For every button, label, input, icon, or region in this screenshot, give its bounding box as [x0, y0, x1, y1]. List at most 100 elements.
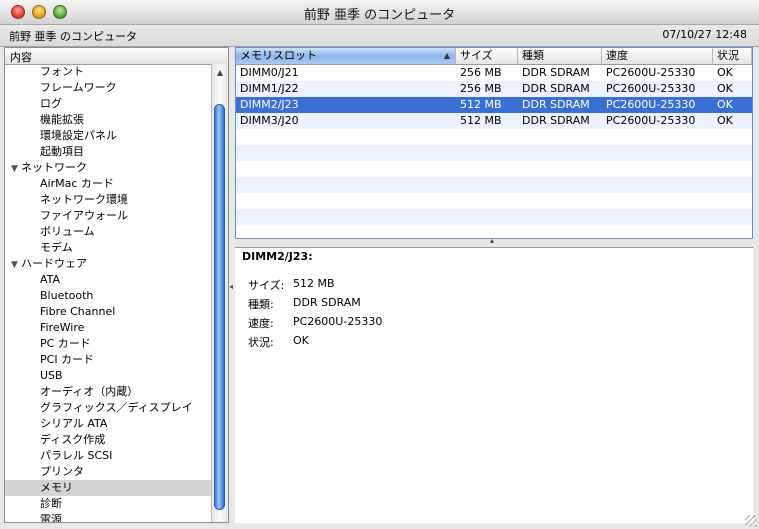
splitter-grip-icon: ◂: [229, 282, 234, 291]
sidebar-item[interactable]: USB: [5, 368, 211, 384]
sidebar-item[interactable]: AirMac カード: [5, 176, 211, 192]
table-cell: 512 MB: [460, 98, 502, 111]
sidebar-item[interactable]: 電源: [5, 512, 211, 523]
disclosure-triangle-icon[interactable]: ▼: [11, 161, 21, 177]
sidebar-item[interactable]: Bluetooth: [5, 288, 211, 304]
date-time: 07/10/27 12:48: [662, 28, 747, 41]
sidebar-list: フォントフレームワーク ログ機能拡張環境設定パネル 起動項目 ▼ ネットワーク AirMa…: [5, 64, 211, 523]
sidebar-item[interactable]: ATA: [5, 272, 211, 288]
table-row[interactable]: DIMM0/J21 256 MB DDR SDRAM PC2600U-25330 OK: [236, 65, 752, 81]
empty-table-row: [236, 193, 752, 209]
sidebar-item-label: 機能拡張: [40, 113, 84, 126]
table-cell: DIMM1/J22: [240, 82, 299, 95]
sidebar-item-label: Fibre Channel: [40, 305, 116, 318]
sidebar-item[interactable]: 機能拡張: [5, 112, 211, 128]
resize-grip-icon[interactable]: [745, 515, 757, 527]
table-cell: DDR SDRAM: [522, 98, 590, 111]
table-row[interactable]: DIMM2/J23 512 MB DDR SDRAM PC2600U-25330 OK: [236, 97, 752, 113]
sort-ascending-icon: ▲: [443, 51, 450, 60]
sidebar-item[interactable]: フレームワーク: [5, 80, 211, 96]
sidebar-item-label: USB: [40, 369, 63, 382]
sidebar-item-label: パラレル SCSI: [40, 449, 113, 462]
detail-pane: DIMM2/J23: サイズ: 512 MB 種類: DDR SDRAM 速度: PC26…: [235, 247, 753, 523]
sidebar-item-label: PCI カード: [40, 353, 95, 366]
empty-table-row: [236, 161, 752, 177]
info-bar: 前野 亜季 のコンピュータ 07/10/27 12:48: [0, 25, 759, 47]
detail-title: DIMM2/J23:: [242, 250, 313, 263]
sidebar-item[interactable]: オーディオ（内蔵）: [5, 384, 211, 400]
column-header[interactable]: 速度: [602, 48, 713, 65]
column-header[interactable]: サイズ: [456, 48, 518, 65]
sidebar-item-label: 診断: [40, 497, 62, 510]
sidebar-item-label: ボリューム: [40, 225, 95, 238]
table-cell: PC2600U-25330: [606, 98, 696, 111]
sidebar-item[interactable]: プリンタ: [5, 464, 211, 480]
sidebar-item-label: AirMac カード: [40, 177, 114, 190]
detail-field-label: 速度:: [248, 317, 274, 330]
sidebar-item[interactable]: ディスク作成: [5, 432, 211, 448]
table-cell: OK: [717, 98, 733, 111]
title-bar[interactable]: 前野 亜季 のコンピュータ: [0, 0, 759, 25]
sidebar-item-label: Bluetooth: [40, 289, 94, 302]
table-cell: 512 MB: [460, 114, 502, 127]
sidebar-item[interactable]: ▼ ネットワーク: [5, 160, 211, 176]
table-cell: DIMM2/J23: [240, 98, 299, 111]
sidebar-item-label: 環境設定パネル: [40, 129, 117, 142]
sidebar-item[interactable]: ▼ ハードウェア: [5, 256, 211, 272]
sidebar-item[interactable]: ボリューム: [5, 224, 211, 240]
sidebar-item-label: オーディオ（内蔵）: [40, 385, 139, 398]
column-header[interactable]: メモリスロット ▲: [236, 48, 456, 65]
table-cell: PC2600U-25330: [606, 66, 696, 79]
sidebar-item[interactable]: メモリ: [5, 480, 211, 496]
sidebar-item[interactable]: パラレル SCSI: [5, 448, 211, 464]
sidebar-item-label: 電源: [40, 513, 62, 523]
sidebar-item-label: フォント: [40, 65, 84, 78]
system-profiler-window: 前野 亜季 のコンピュータ 前野 亜季 のコンピュータ 07/10/27 12:…: [0, 0, 759, 529]
sidebar-item[interactable]: ログ: [5, 96, 211, 112]
sidebar-item[interactable]: フォント: [5, 64, 211, 80]
sidebar-item-label: ハードウェア: [21, 257, 87, 270]
sidebar-item[interactable]: PCI カード: [5, 352, 211, 368]
table-cell: 256 MB: [460, 82, 502, 95]
table-row[interactable]: DIMM1/J22 256 MB DDR SDRAM PC2600U-25330 OK: [236, 81, 752, 97]
table-cell: DDR SDRAM: [522, 66, 590, 79]
sidebar-item-label: 起動項目: [40, 145, 84, 158]
sidebar-item[interactable]: シリアル ATA: [5, 416, 211, 432]
sidebar-item[interactable]: 診断: [5, 496, 211, 512]
table-row[interactable]: DIMM3/J20 512 MB DDR SDRAM PC2600U-25330 OK: [236, 113, 752, 129]
empty-table-row: [236, 129, 752, 145]
column-header-label: 種類: [522, 49, 544, 62]
table-cell: PC2600U-25330: [606, 114, 696, 127]
table-cell: PC2600U-25330: [606, 82, 696, 95]
sidebar-item-label: ネットワーク環境: [40, 193, 128, 206]
sidebar-scrollbar[interactable]: ▲: [211, 64, 228, 522]
empty-table-row: [236, 209, 752, 225]
sidebar-item[interactable]: ネットワーク環境: [5, 192, 211, 208]
scrollbar-thumb[interactable]: [214, 104, 225, 510]
sidebar-item[interactable]: ファイアウォール: [5, 208, 211, 224]
sidebar-item-label: ATA: [40, 273, 61, 286]
column-header[interactable]: 種類: [518, 48, 602, 65]
sidebar-item[interactable]: 環境設定パネル: [5, 128, 211, 144]
sidebar-item[interactable]: Fibre Channel: [5, 304, 211, 320]
sidebar-item[interactable]: グラフィックス／ディスプレイ: [5, 400, 211, 416]
sidebar-item-label: メモリ: [40, 481, 73, 494]
column-header-label: 速度: [606, 49, 628, 62]
empty-table-row: [236, 177, 752, 193]
sidebar-item-label: ログ: [40, 97, 62, 110]
sidebar-header[interactable]: 内容: [5, 48, 228, 65]
sidebar-item[interactable]: 起動項目: [5, 144, 211, 160]
sidebar-item[interactable]: PC カード: [5, 336, 211, 352]
sidebar-item-label: フレームワーク: [40, 81, 117, 94]
horizontal-splitter[interactable]: ▴: [235, 236, 753, 247]
sidebar-item[interactable]: FireWire: [5, 320, 211, 336]
sidebar-item[interactable]: モデム: [5, 240, 211, 256]
disclosure-triangle-icon[interactable]: ▼: [11, 257, 21, 273]
column-header[interactable]: 状況: [713, 48, 752, 65]
scroll-up-arrow-icon[interactable]: ▲: [213, 68, 227, 82]
detail-field-value: PC2600U-25330: [293, 315, 383, 328]
table-cell: OK: [717, 66, 733, 79]
table-cell: DIMM0/J21: [240, 66, 299, 79]
table-cell: OK: [717, 114, 733, 127]
table-cell: 256 MB: [460, 66, 502, 79]
